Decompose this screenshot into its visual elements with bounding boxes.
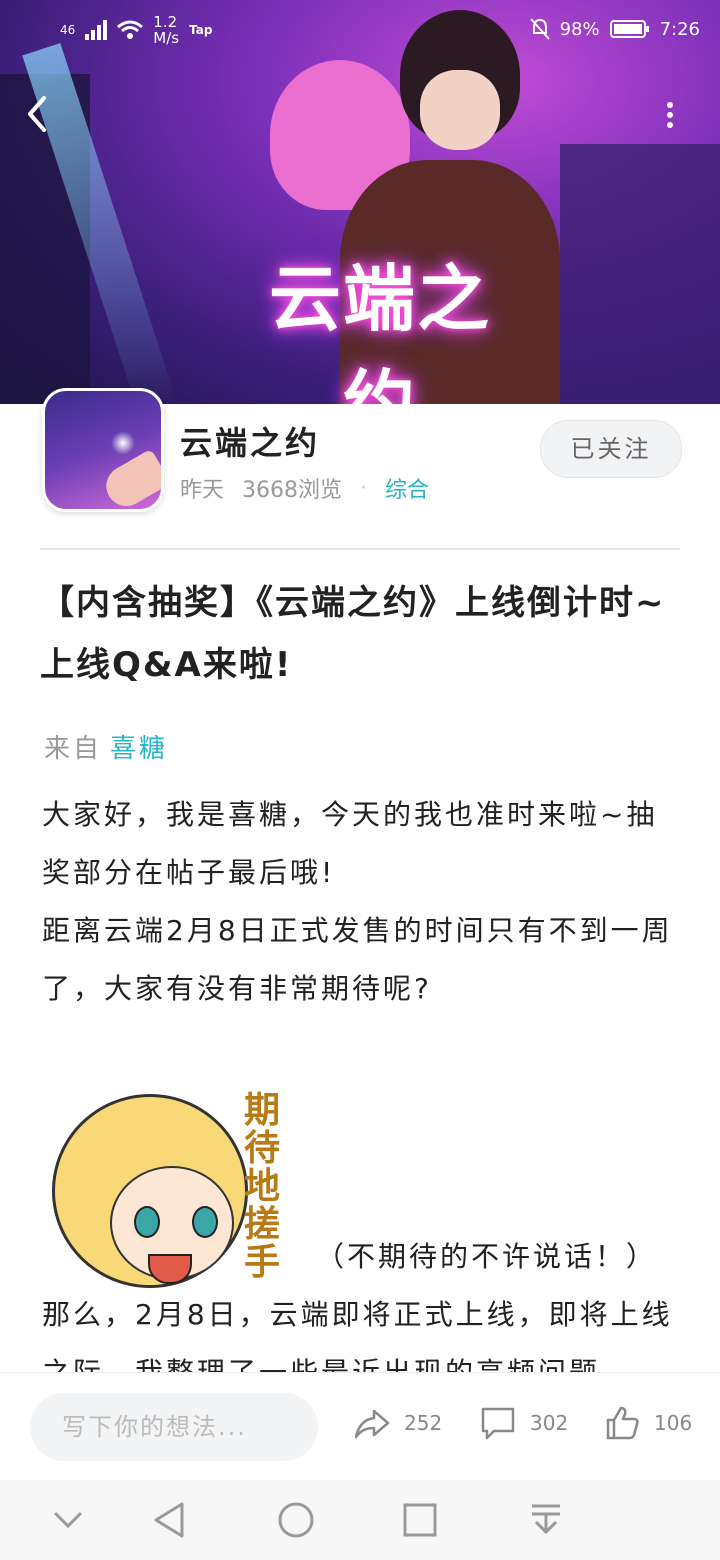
mute-bell-icon	[529, 18, 550, 40]
banner-logo: 云端之约	[268, 257, 491, 404]
back-triangle-icon[interactable]	[148, 1498, 192, 1542]
wifi-icon	[117, 20, 144, 39]
signal-icon	[85, 20, 108, 40]
hand-graphic	[99, 448, 161, 509]
app-icon[interactable]	[42, 388, 164, 512]
like-count: 106	[654, 1411, 693, 1435]
recent-apps-icon[interactable]	[398, 1498, 442, 1542]
network-speed: 1.2 M/s	[153, 14, 179, 46]
chevron-left-icon	[28, 96, 46, 132]
comment-icon	[481, 1407, 515, 1440]
sticker-eye	[192, 1206, 218, 1238]
speed-unit: M/s	[153, 29, 180, 47]
post-meta: 昨天 3668浏览 · 综合	[180, 472, 429, 504]
share-button[interactable]: 252	[352, 1403, 442, 1443]
chevron-down-icon[interactable]	[46, 1498, 90, 1542]
bottom-action-bar: 写下你的想法... 252 302 106	[0, 1372, 720, 1479]
post-paragraph: 大家好，我是喜糖，今天的我也准时来啦~抽奖部分在帖子最后哦!	[42, 798, 658, 889]
view-count: 3668浏览	[242, 478, 343, 503]
category-tag[interactable]: 综合	[385, 472, 429, 504]
sticker-text: 期待地搓手	[243, 1090, 280, 1283]
post-time: 昨天	[180, 478, 225, 503]
battery-icon	[609, 20, 649, 38]
comment-count: 302	[530, 1411, 569, 1435]
divider	[40, 548, 680, 550]
sticker-caption: （不期待的不许说话！）	[316, 1240, 658, 1273]
notification-pull-icon[interactable]	[524, 1498, 568, 1542]
battery-percent: 98%	[559, 18, 600, 40]
status-bar: 46 1.2 M/s Tap 98% 7:26	[0, 0, 720, 60]
share-icon	[354, 1409, 390, 1439]
follow-button[interactable]: 已关注	[540, 420, 682, 478]
network-label: 46	[60, 23, 76, 37]
comment-button[interactable]: 302	[478, 1403, 568, 1443]
post-source: 来自 喜糖	[44, 728, 168, 765]
share-count: 252	[404, 1411, 443, 1435]
meta-separator: ·	[360, 475, 368, 501]
post-title: 【内含抽奖】《云端之约》上线倒计时~上线Q&A来啦!	[40, 583, 666, 685]
author-link[interactable]: 喜糖	[110, 734, 168, 764]
sticker-eye	[134, 1206, 160, 1238]
header-banner: 云端之约 46 1.2 M/s Tap 98% 7:26	[0, 0, 720, 404]
more-options-button[interactable]	[660, 100, 680, 136]
clock: 7:26	[659, 18, 700, 40]
banner-character-boy-face	[420, 70, 500, 150]
tap-badge: Tap	[189, 23, 213, 37]
system-nav-bar	[0, 1480, 720, 1560]
post-paragraph: 距离云端2月8日正式发售的时间只有不到一周了，大家有没有非常期待呢?	[42, 914, 673, 1005]
speed-value: 1.2	[153, 13, 178, 31]
sparkle-graphic	[111, 431, 135, 455]
comment-input[interactable]: 写下你的想法...	[30, 1393, 318, 1461]
home-circle-icon[interactable]	[274, 1498, 318, 1542]
post-paragraph: 那么，2月8日，云端即将正式上线，即将上线之际，我整理了一些最近出现的高频问题	[42, 1298, 673, 1372]
app-name[interactable]: 云端之约	[180, 418, 320, 464]
from-label: 来自	[44, 734, 103, 764]
sticker-image: 期待地搓手	[52, 1086, 288, 1288]
like-button[interactable]: 106	[602, 1403, 692, 1443]
thumbs-up-icon	[606, 1406, 639, 1440]
back-button[interactable]	[22, 92, 66, 140]
banner-building	[560, 144, 720, 404]
more-vertical-icon	[667, 102, 673, 128]
